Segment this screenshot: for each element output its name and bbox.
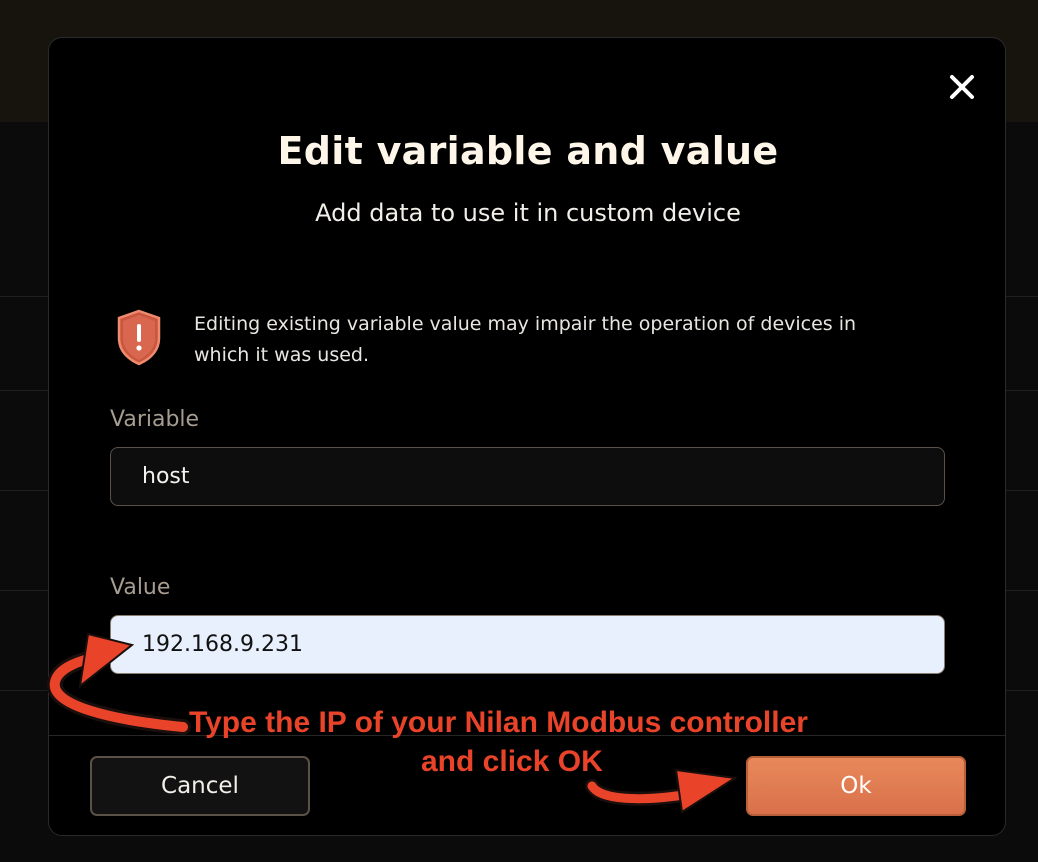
ok-button[interactable]: Ok — [746, 756, 966, 816]
dialog-subtitle: Add data to use it in custom device — [315, 199, 741, 227]
value-label: Value — [110, 575, 171, 600]
annotation-text: Type the IP of your Nilan Modbus control… — [189, 706, 808, 739]
cancel-button[interactable]: Cancel — [90, 756, 310, 816]
warning-message: Editing existing variable value may impa… — [194, 313, 857, 366]
shield-alert-icon — [117, 309, 161, 366]
close-button[interactable] — [947, 72, 977, 102]
annotation-text: and click OK — [421, 745, 603, 778]
variable-label: Variable — [110, 407, 200, 432]
value-input[interactable]: 192.168.9.231 — [110, 615, 945, 674]
close-icon — [950, 75, 974, 99]
dialog-title: Edit variable and value — [277, 129, 779, 173]
variable-input[interactable]: host — [110, 447, 945, 506]
